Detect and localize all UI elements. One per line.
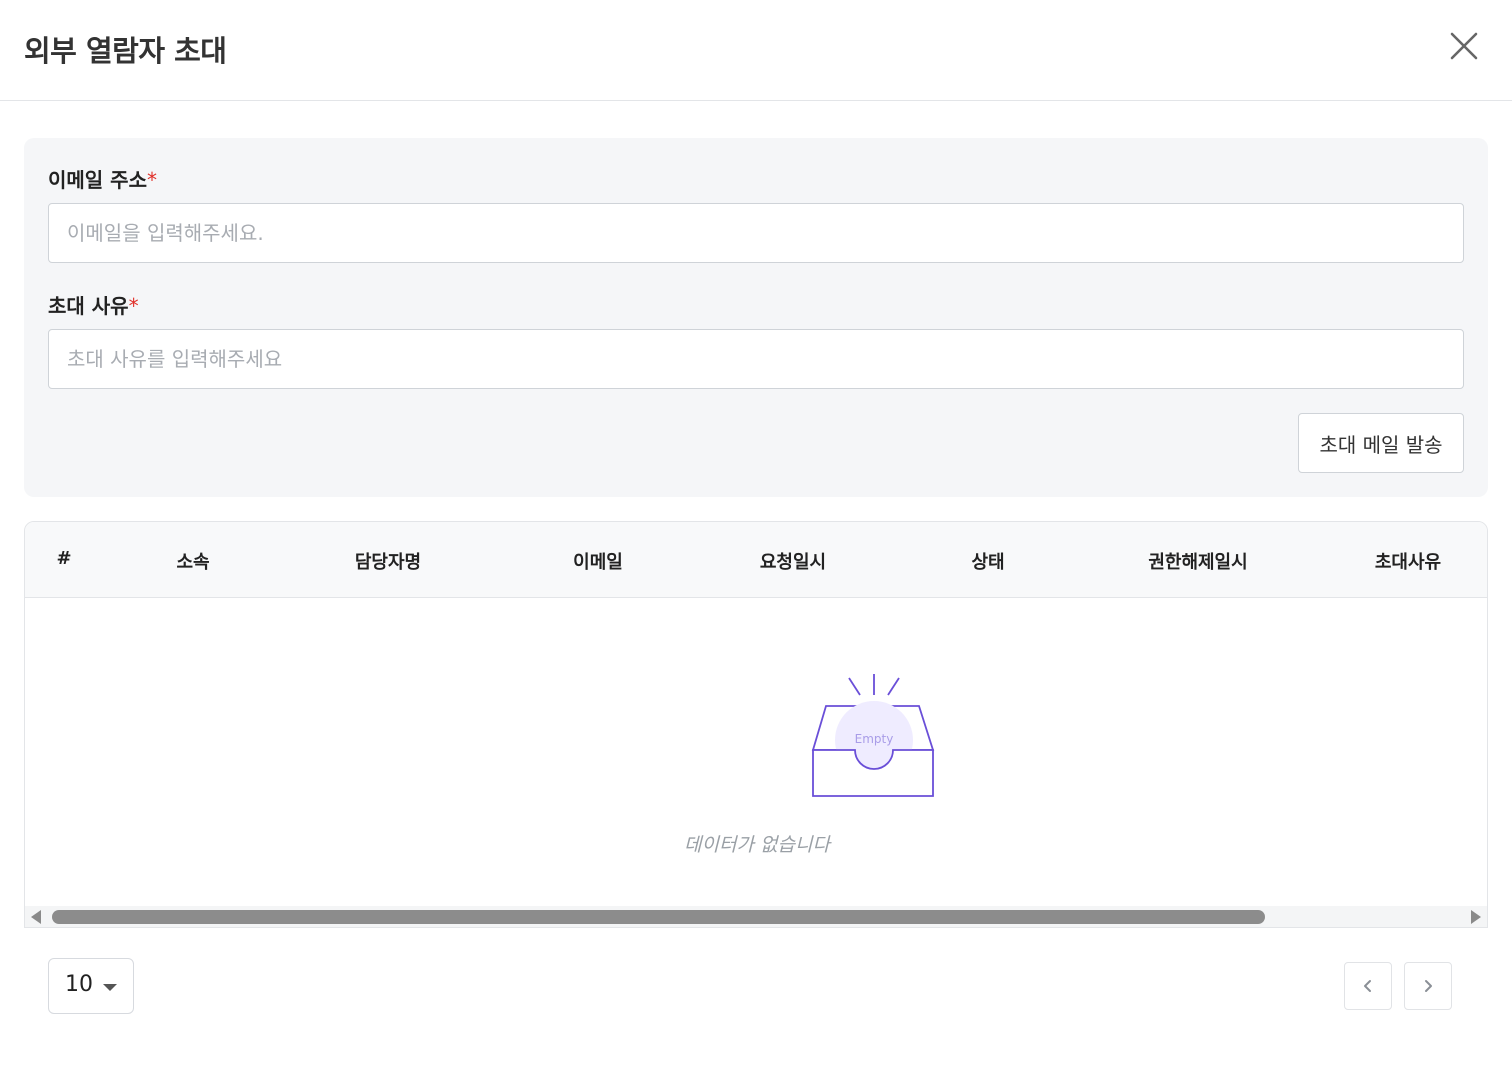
column-header-status[interactable]: 상태 — [971, 548, 1004, 574]
invite-form: 이메일 주소* 초대 사유* 초대 메일 발송 — [24, 138, 1488, 497]
required-mark: * — [146, 168, 157, 192]
prev-page-button[interactable] — [1344, 962, 1392, 1010]
invite-modal: 외부 열람자 초대 이메일 주소* 초대 사유* 초대 메일 발송 # 소속 담… — [0, 0, 1512, 1066]
scroll-left-arrow-icon[interactable] — [31, 910, 41, 924]
close-button[interactable] — [1444, 26, 1484, 66]
column-header-revoked-at[interactable]: 권한해제일시 — [1148, 548, 1247, 574]
scroll-right-arrow-icon[interactable] — [1471, 910, 1481, 924]
email-label: 이메일 주소* — [48, 164, 157, 193]
column-header-index[interactable]: # — [56, 548, 71, 569]
empty-state: Empty 데이터가 없습니다 — [25, 598, 1487, 908]
empty-message: 데이터가 없습니다 — [684, 834, 830, 856]
column-header-manager-name[interactable]: 담당자명 — [355, 548, 421, 574]
next-page-button[interactable] — [1404, 962, 1452, 1010]
column-header-email[interactable]: 이메일 — [573, 548, 623, 574]
page-size-select[interactable]: 10 — [48, 958, 134, 1014]
page-size-value: 10 — [65, 972, 93, 997]
column-header-invite-reason[interactable]: 초대사유 — [1375, 548, 1441, 574]
horizontal-scrollbar[interactable] — [25, 906, 1487, 927]
close-icon — [1450, 32, 1478, 60]
required-mark: * — [128, 294, 139, 318]
empty-inbox-icon: Empty — [811, 674, 935, 797]
reason-label-text: 초대 사유 — [48, 294, 129, 318]
email-input[interactable] — [48, 203, 1464, 263]
email-label-text: 이메일 주소 — [48, 168, 147, 192]
scrollbar-thumb[interactable] — [52, 910, 1265, 924]
invitees-table: # 소속 담당자명 이메일 요청일시 상태 권한해제일시 초대사유 Empty … — [24, 521, 1488, 928]
chevron-down-icon — [103, 984, 117, 991]
chevron-left-icon — [1364, 980, 1371, 992]
empty-icon-label: Empty — [855, 732, 894, 746]
chevron-right-icon — [1425, 980, 1432, 992]
modal-header: 외부 열람자 초대 — [0, 0, 1512, 101]
column-header-requested-at[interactable]: 요청일시 — [760, 548, 826, 574]
column-header-affiliation[interactable]: 소속 — [176, 548, 209, 574]
table-header: # 소속 담당자명 이메일 요청일시 상태 권한해제일시 초대사유 — [25, 522, 1487, 598]
modal-title: 외부 열람자 초대 — [24, 34, 227, 68]
reason-label: 초대 사유* — [48, 290, 139, 319]
send-invite-button[interactable]: 초대 메일 발송 — [1298, 413, 1464, 473]
reason-input[interactable] — [48, 329, 1464, 389]
